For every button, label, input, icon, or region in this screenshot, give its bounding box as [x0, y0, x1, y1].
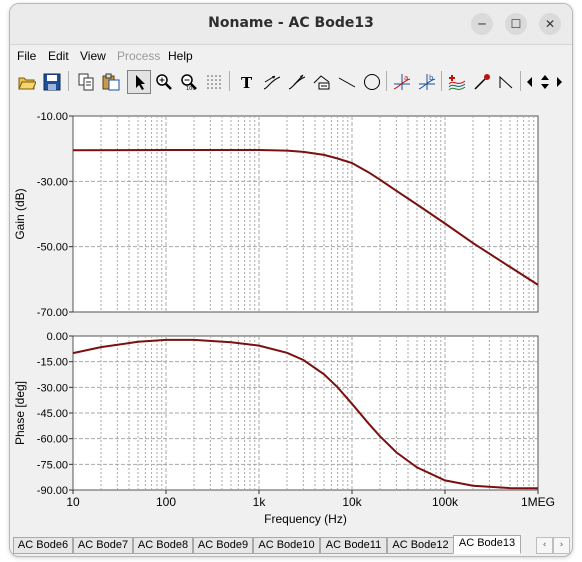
menu-edit[interactable]: Edit — [48, 49, 69, 63]
tab-ac-bode7[interactable]: AC Bode7 — [73, 537, 133, 554]
curve-marker-icon[interactable] — [285, 70, 309, 94]
pulse-icon[interactable] — [495, 70, 519, 94]
tab-ac-bode6[interactable]: AC Bode6 — [13, 537, 73, 554]
cursor-b-icon[interactable]: b — [415, 70, 439, 94]
bode-plot-area[interactable]: -10.00 -30.00 -50.00 -70.00 Gain (dB) 0.00 -15… — [10, 98, 572, 530]
close-button[interactable]: ✕ — [539, 13, 561, 35]
cursor-a-icon[interactable]: a — [390, 70, 414, 94]
menu-process[interactable]: Process — [117, 49, 160, 63]
zoom-out-icon[interactable]: 100 — [177, 70, 201, 94]
tab-ac-bode10[interactable]: AC Bode10 — [253, 537, 320, 554]
line-icon[interactable] — [335, 70, 359, 94]
title-bar[interactable]: Noname - AC Bode13 ─ ☐ ✕ — [10, 4, 572, 45]
zoom-in-icon[interactable] — [152, 70, 176, 94]
menu-help[interactable]: Help — [168, 49, 193, 63]
phase-xtick-label: 10 — [66, 495, 80, 509]
open-icon[interactable] — [15, 70, 39, 94]
phase-ytick-label: -90.00 — [37, 485, 68, 497]
add-curve-icon[interactable] — [445, 70, 469, 94]
gain-y-axis-label: Gain (dB) — [13, 188, 27, 239]
phase-xtick-label: 10k — [342, 495, 362, 509]
marker-icon[interactable] — [260, 70, 284, 94]
paste-icon[interactable] — [99, 70, 123, 94]
gain-ytick-label: -50.00 — [37, 242, 68, 254]
tab-ac-bode9[interactable]: AC Bode9 — [193, 537, 253, 554]
sheet-tabs: AC Bode6 AC Bode7 AC Bode8 AC Bode9 AC B… — [10, 534, 572, 554]
grid-icon[interactable] — [202, 70, 226, 94]
bode-plot-svg[interactable]: -10.00 -30.00 -50.00 -70.00 Gain (dB) 0.00 -15… — [10, 98, 572, 530]
phase-xtick-label: 100 — [156, 495, 176, 509]
menu-view[interactable]: View — [80, 49, 106, 63]
tab-ac-bode11[interactable]: AC Bode11 — [320, 537, 387, 554]
copy-icon[interactable] — [74, 70, 98, 94]
tab-scroll-right-icon[interactable]: › — [553, 537, 570, 554]
annotation-icon[interactable] — [310, 70, 334, 94]
nav-right-icon[interactable] — [552, 70, 568, 94]
save-icon[interactable] — [40, 70, 64, 94]
circle-icon[interactable] — [360, 70, 384, 94]
gain-ytick-label: -70.00 — [37, 307, 68, 319]
app-window: Noname - AC Bode13 ─ ☐ ✕ File Edit View … — [9, 3, 573, 557]
svg-text:b: b — [429, 74, 434, 82]
svg-text:T: T — [241, 74, 253, 91]
pointer-icon[interactable] — [127, 70, 151, 94]
phase-ytick-label: -30.00 — [37, 382, 68, 394]
minimize-button[interactable]: ─ — [471, 13, 493, 35]
svg-text:100: 100 — [186, 86, 196, 91]
phase-xtick-label: 1MEG — [521, 495, 555, 509]
tab-scroll-left-icon[interactable]: ‹ — [536, 537, 553, 554]
phase-ytick-label: -60.00 — [37, 434, 68, 446]
tab-ac-bode13[interactable]: AC Bode13 — [453, 535, 521, 554]
phase-xtick-label: 100k — [432, 495, 459, 509]
phase-x-axis-label: Frequency (Hz) — [264, 512, 347, 526]
maximize-button[interactable]: ☐ — [505, 13, 527, 35]
phase-xtick-label: 1k — [253, 495, 267, 509]
svg-text:a: a — [404, 74, 408, 82]
phase-ytick-label: -45.00 — [37, 408, 68, 420]
tab-ac-bode12[interactable]: AC Bode12 — [387, 537, 454, 554]
gain-plot-frame — [72, 115, 539, 313]
text-icon[interactable]: T — [235, 70, 259, 94]
phase-ytick-label: 0.00 — [47, 331, 68, 343]
menu-bar: File Edit View Process Help — [10, 45, 572, 67]
menu-file[interactable]: File — [17, 49, 36, 63]
phase-ytick-label: -75.00 — [37, 459, 68, 471]
gain-ytick-label: -10.00 — [37, 111, 68, 123]
tab-ac-bode8[interactable]: AC Bode8 — [133, 537, 193, 554]
toolbar: 100 T a b — [10, 67, 572, 96]
phase-y-axis-label: Phase [deg] — [13, 381, 27, 445]
phase-ytick-label: -15.00 — [37, 357, 68, 369]
gain-ytick-label: -30.00 — [37, 176, 68, 188]
probe-icon[interactable] — [470, 70, 494, 94]
